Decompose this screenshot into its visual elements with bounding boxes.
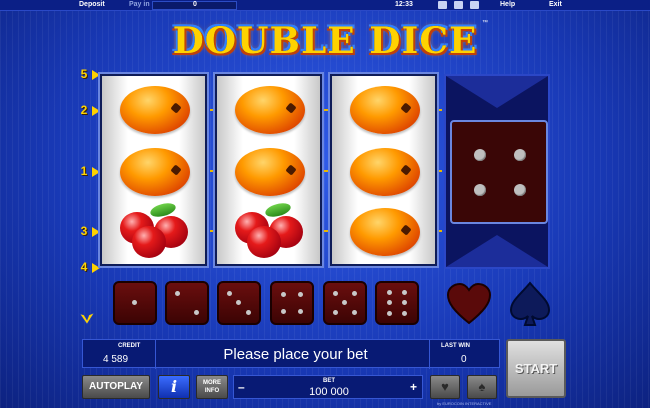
info-button[interactable]: i [158,375,190,399]
chevron-up-icon[interactable] [446,235,548,267]
die-2[interactable] [165,281,209,325]
brand-logo-icon [79,312,95,325]
chevron-down-icon[interactable] [446,76,548,108]
status-message: Please place your bet [223,346,368,363]
more-info-label-1: MORE [203,380,221,386]
fullscreen-icon[interactable] [438,1,447,9]
payline-1: 1 [80,164,88,178]
top-bar: Deposit Pay in 0 12:33 Help Exit [0,0,650,11]
payline-4-arrow [92,263,100,273]
die-4[interactable] [270,281,314,325]
orange-symbol [233,80,307,138]
orange-symbol [233,142,307,200]
reel-2 [215,74,322,266]
bet-value: 100 000 [309,386,349,398]
payline-4: 4 [80,260,88,274]
heart-icon: ♥ [441,379,449,394]
orange-symbol [118,142,192,200]
reel-3 [330,74,437,266]
payline-2: 2 [80,103,88,117]
bet-control: – BET 100 000 + [233,375,423,399]
start-button[interactable]: START [506,339,566,398]
bet-increase-button[interactable]: + [410,380,420,394]
payline-segment [322,170,330,172]
gamble-die-column [444,74,550,269]
brand-credit: by EUROCOIN INTERACTIVE [437,401,492,406]
more-info-label-2: INFO [204,388,220,394]
bet-label: BET [323,378,335,384]
payline-segment [322,109,330,111]
payline-5: 5 [80,67,88,81]
payline-5-arrow [92,70,100,80]
spade-icon: ♠ [478,379,486,394]
payline-3-arrow [92,227,100,237]
payline-2-arrow [92,106,100,116]
credit-value: 4 589 [103,354,129,365]
last-win-value: 0 [461,354,467,365]
sound-icon[interactable] [470,1,479,9]
game-logo: DOUBLE DICE [172,20,478,62]
settings-icon[interactable] [454,1,463,9]
trademark: ™ [482,20,488,26]
last-win-label: LAST WIN [441,343,470,349]
die-3[interactable] [217,281,261,325]
gamble-die[interactable] [450,120,548,224]
reel-1 [100,74,207,266]
orange-symbol [118,80,192,138]
orange-symbol [348,142,422,200]
pay-in-label: Pay in [129,1,150,8]
die-5[interactable] [323,281,367,325]
payline-1-arrow [92,167,100,177]
clock: 12:33 [395,1,413,8]
die-6[interactable] [375,281,419,325]
payline-3: 3 [80,224,88,238]
pay-in-value: 0 [193,1,197,8]
heart-gamble-button[interactable]: ♥ [430,375,460,399]
spade-icon[interactable] [505,279,555,329]
spade-gamble-button[interactable]: ♠ [467,375,497,399]
orange-symbol [348,202,422,260]
autoplay-button[interactable]: AUTOPLAY [82,375,150,399]
help-link[interactable]: Help [500,1,515,8]
die-1[interactable] [113,281,157,325]
info-bar: CREDIT 4 589 Please place your bet LAST … [82,339,500,369]
cherries-symbol [233,200,307,260]
orange-symbol [348,80,422,138]
credit-label: CREDIT [118,343,141,349]
cherries-symbol [118,200,192,260]
more-info-button[interactable]: MORE INFO [196,375,228,399]
payline-segment [322,230,330,232]
exit-link[interactable]: Exit [549,1,562,8]
deposit-link[interactable]: Deposit [79,1,105,8]
heart-icon[interactable] [444,279,494,329]
